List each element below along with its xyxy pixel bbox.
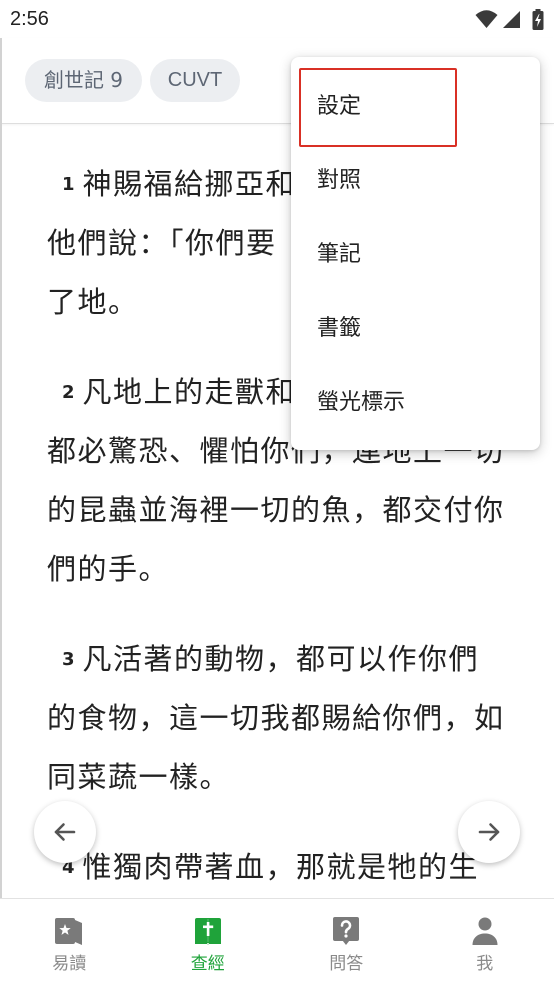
menu-item-highlights[interactable]: 螢光標示 [291,366,540,440]
signal-icon [502,9,521,29]
status-time: 2:56 [10,8,49,30]
arrow-right-icon [478,823,500,841]
app-screen: 2:56 創世記 9 CUVT 1 神賜福給挪亞和 他們說：「你們要 了地。 2凡… [0,0,554,986]
person-icon [469,915,501,947]
verse-number: 3 [62,649,75,670]
arrow-left-icon [54,823,76,841]
nav-label: 我 [476,954,494,974]
nav-item-easy-read[interactable]: 易讀 [0,899,139,986]
status-bar: 2:56 [0,0,554,38]
book-chapter-chip[interactable]: 創世記 9 [25,59,142,102]
bottom-navigation: 易讀 查經 問答 我 [0,898,554,986]
menu-item-label: 書籤 [317,316,362,341]
overflow-menu: 設定 對照 筆記 書籤 螢光標示 [291,57,540,450]
verse-line: 同菜蔬一樣。 [47,760,231,794]
verse-number: 1 [62,174,75,195]
bible-cross-icon [192,915,224,947]
question-bubble-icon [330,915,362,947]
next-chapter-button[interactable] [458,801,520,863]
nav-item-me[interactable]: 我 [416,899,554,986]
verse-line: 3 凡活著的動物，都可以作你們 [0,630,554,689]
verse-line: 的食物，這一切我都賜給你們，如 [47,701,505,735]
verse-text: 神賜福給挪亞和 [82,167,297,201]
nav-item-qa[interactable]: 問答 [277,899,416,986]
menu-item-label: 螢光標示 [317,390,406,415]
menu-item-compare[interactable]: 對照 [291,144,540,218]
verse-line: 的昆蟲並海裡一切的魚，都交付你 [47,493,505,527]
menu-item-settings[interactable]: 設定 [291,68,540,147]
verse-number: 2 [62,382,75,403]
battery-charging-icon [531,9,545,30]
verse-line: 們的手。 [47,552,170,586]
nav-label: 問答 [329,954,364,974]
menu-item-label: 筆記 [317,242,362,267]
previous-chapter-button[interactable] [34,801,96,863]
selection-highlight [299,68,457,147]
verse-text: 凡活著的動物，都可以作你們 [82,642,480,676]
nav-label: 查經 [190,954,225,974]
menu-item-notes[interactable]: 筆記 [291,218,540,292]
verse-text: 凡地上的走獸和 [82,375,297,409]
bible-version-chip[interactable]: CUVT [150,59,240,102]
menu-item-bookmarks[interactable]: 書籤 [291,292,540,366]
wifi-icon [475,9,498,29]
menu-item-label: 對照 [317,168,362,193]
star-card-icon [53,915,85,947]
verse-3[interactable]: 3 凡活著的動物，都可以作你們 的食物，這一切我都賜給你們，如 同菜蔬一樣。 [0,630,554,807]
verse-text: 惟獨肉帶著血，那就是牠的生 [82,850,480,884]
nav-item-bible-study[interactable]: 查經 [139,899,278,986]
edge-divider [0,38,2,898]
nav-label: 易讀 [52,954,87,974]
